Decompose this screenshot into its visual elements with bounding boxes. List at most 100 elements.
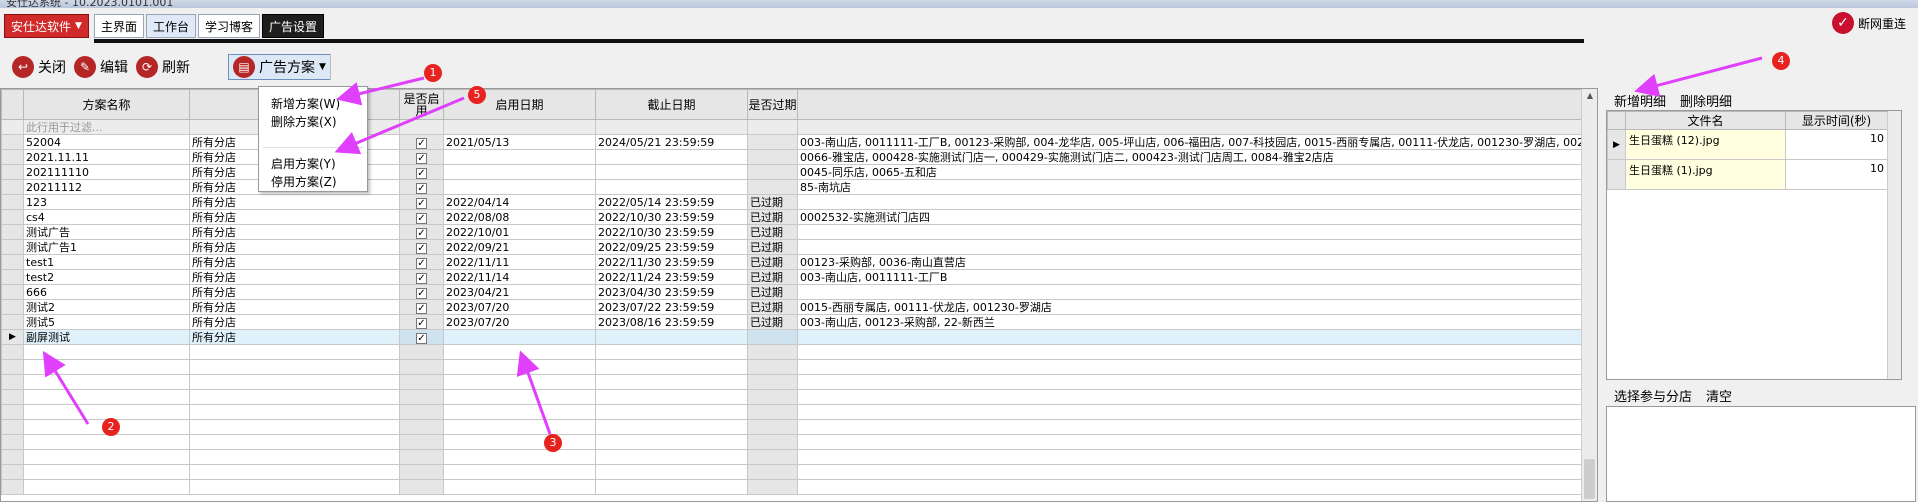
header-expired[interactable]: 是否过期 [747,89,798,120]
enabled-checkbox[interactable]: ✓ [416,227,427,239]
cell-expired[interactable]: 已过期 [747,194,798,210]
cell-expired[interactable]: 已过期 [747,254,798,270]
table-row[interactable]: cs4 所有分店 ✓ 2022/08/08 2022/10/30 23:59:59 已过期… [1,209,1595,225]
enabled-checkbox[interactable]: ✓ [416,287,427,299]
menu-item-disable-plan[interactable]: 停用方案(Z) [271,173,337,190]
cell-expired[interactable] [747,329,798,345]
cell-start-date[interactable]: 2021/05/13 [443,134,596,150]
cell-branch[interactable]: 所有分店 [189,314,400,330]
cell-enabled[interactable]: ✓ [399,149,444,165]
cell-start-date[interactable]: 2023/04/21 [443,284,596,300]
cell-expired[interactable]: 已过期 [747,209,798,225]
header-end-date[interactable]: 截止日期 [595,89,748,120]
refresh-button[interactable]: ⟳ 刷新 [134,54,192,80]
header-display-seconds[interactable]: 显示时间(秒) [1785,111,1888,130]
header-enabled[interactable]: 是否启用 [399,89,444,120]
cell-expired[interactable] [747,134,798,150]
cell-plan-name[interactable]: 副屏测试 [23,329,190,345]
close-button[interactable]: ↩ 关闭 [10,54,68,80]
enabled-checkbox[interactable]: ✓ [416,167,427,179]
cell-start-date[interactable] [443,164,596,180]
enabled-checkbox[interactable]: ✓ [416,242,427,254]
table-row[interactable]: 测试2 所有分店 ✓ 2023/07/20 2023/07/22 23:59:59 已过期… [1,299,1595,315]
detail-seconds[interactable]: 10 [1785,129,1888,160]
table-row[interactable]: ▶ 副屏测试 所有分店 ✓ [1,329,1595,345]
cell-end-date[interactable] [595,164,748,180]
cell-plan-name[interactable]: 202111110 [23,164,190,180]
cell-stores[interactable]: 003-南山店, 0011111-工厂B, 00123-采购部, 004-龙华店… [796,134,1595,150]
cell-branch[interactable]: 所有分店 [189,209,400,225]
cell-plan-name[interactable]: 测试2 [23,299,190,315]
cell-start-date[interactable]: 2022/11/11 [443,254,596,270]
cell-enabled[interactable]: ✓ [399,164,444,180]
cell-stores[interactable]: 0002532-实施测试门店四 [796,209,1595,225]
cell-plan-name[interactable]: 测试广告1 [23,239,190,255]
cell-expired[interactable] [747,179,798,195]
cell-branch[interactable]: 所有分店 [189,299,400,315]
cell-branch[interactable]: 所有分店 [189,329,400,345]
cell-plan-name[interactable]: 123 [23,194,190,210]
cell-expired[interactable]: 已过期 [747,224,798,240]
table-row[interactable]: 52004 所有分店 ✓ 2021/05/13 2024/05/21 23:59:59 0… [1,134,1595,150]
cell-enabled[interactable]: ✓ [399,224,444,240]
table-row[interactable]: 测试广告 所有分店 ✓ 2022/10/01 2022/10/30 23:59:59 已过… [1,224,1595,240]
cell-enabled[interactable]: ✓ [399,284,444,300]
table-row[interactable]: 测试广告1 所有分店 ✓ 2022/09/21 2022/09/25 23:59:59 已… [1,239,1595,255]
edit-button[interactable]: ✎ 编辑 [72,54,130,80]
cell-end-date[interactable]: 2024/05/21 23:59:59 [595,134,748,150]
cell-end-date[interactable]: 2023/07/22 23:59:59 [595,299,748,315]
add-detail-button[interactable]: 新增明细 [1614,91,1666,110]
cell-branch[interactable]: 所有分店 [189,254,400,270]
cell-stores[interactable]: 0066-雅宝店, 000428-实施测试门店一, 000429-实施测试门店二… [796,149,1595,165]
enabled-checkbox[interactable]: ✓ [416,197,427,209]
enabled-checkbox[interactable]: ✓ [416,257,427,269]
menu-item-delete-plan[interactable]: 删除方案(X) [271,113,337,130]
enabled-checkbox[interactable]: ✓ [416,332,427,344]
select-stores-button[interactable]: 选择参与分店 [1614,386,1692,405]
detail-vertical-scrollbar[interactable] [1887,111,1901,379]
cell-stores[interactable] [796,194,1595,210]
cell-expired[interactable]: 已过期 [747,299,798,315]
cell-expired[interactable]: 已过期 [747,239,798,255]
cell-start-date[interactable] [443,179,596,195]
cell-expired[interactable]: 已过期 [747,269,798,285]
cell-enabled[interactable]: ✓ [399,239,444,255]
cell-stores[interactable]: 003-南山店, 0011111-工厂B [796,269,1595,285]
cell-branch[interactable]: 所有分店 [189,269,400,285]
cell-plan-name[interactable]: 20211112 [23,179,190,195]
cell-end-date[interactable]: 2022/05/14 23:59:59 [595,194,748,210]
enabled-checkbox[interactable]: ✓ [416,182,427,194]
menu-item-enable-plan[interactable]: 启用方案(Y) [271,155,336,172]
cell-stores[interactable] [796,224,1595,240]
table-row[interactable]: 123 所有分店 ✓ 2022/04/14 2022/05/14 23:59:59 已过期 [1,194,1595,210]
enabled-checkbox[interactable]: ✓ [416,152,427,164]
cell-enabled[interactable]: ✓ [399,329,444,345]
enabled-checkbox[interactable]: ✓ [416,302,427,314]
cell-expired[interactable] [747,149,798,165]
cell-end-date[interactable]: 2023/08/16 23:59:59 [595,314,748,330]
cell-plan-name[interactable]: test1 [23,254,190,270]
cell-enabled[interactable]: ✓ [399,209,444,225]
cell-enabled[interactable]: ✓ [399,179,444,195]
cell-end-date[interactable]: 2023/04/30 23:59:59 [595,284,748,300]
cell-start-date[interactable]: 2023/07/20 [443,314,596,330]
cell-branch[interactable]: 所有分店 [189,284,400,300]
brand-menu-button[interactable]: 安仕达软件 ▼ [4,14,89,38]
table-row[interactable]: test2 所有分店 ✓ 2022/11/14 2022/11/24 23:59:59 已… [1,269,1595,285]
cell-end-date[interactable]: 2022/09/25 23:59:59 [595,239,748,255]
tab-learning-blog[interactable]: 学习博客 [198,14,261,38]
selected-stores-list[interactable] [1606,406,1916,502]
cell-plan-name[interactable]: 测试广告 [23,224,190,240]
cell-stores[interactable]: 0045-同乐店, 0065-五和店 [796,164,1595,180]
cell-stores[interactable]: 85-南坑店 [796,179,1595,195]
table-row[interactable]: test1 所有分店 ✓ 2022/11/11 2022/11/30 23:59:59 已… [1,254,1595,270]
filter-input[interactable]: 此行用于过滤... [23,119,190,135]
table-row[interactable]: 202111110 所有分店 ✓ 0045-同乐店, 0065-五和店 [1,164,1595,180]
cell-stores[interactable] [796,239,1595,255]
cell-stores[interactable]: 003-南山店, 00123-采购部, 22-新西兰 [796,314,1595,330]
table-row[interactable]: 666 所有分店 ✓ 2023/04/21 2023/04/30 23:59:59 已过期 [1,284,1595,300]
menu-item-new-plan[interactable]: 新增方案(W) [271,95,340,112]
cell-expired[interactable] [747,164,798,180]
cell-end-date[interactable]: 2022/10/30 23:59:59 [595,224,748,240]
header-plan-name[interactable]: 方案名称 [23,89,190,120]
